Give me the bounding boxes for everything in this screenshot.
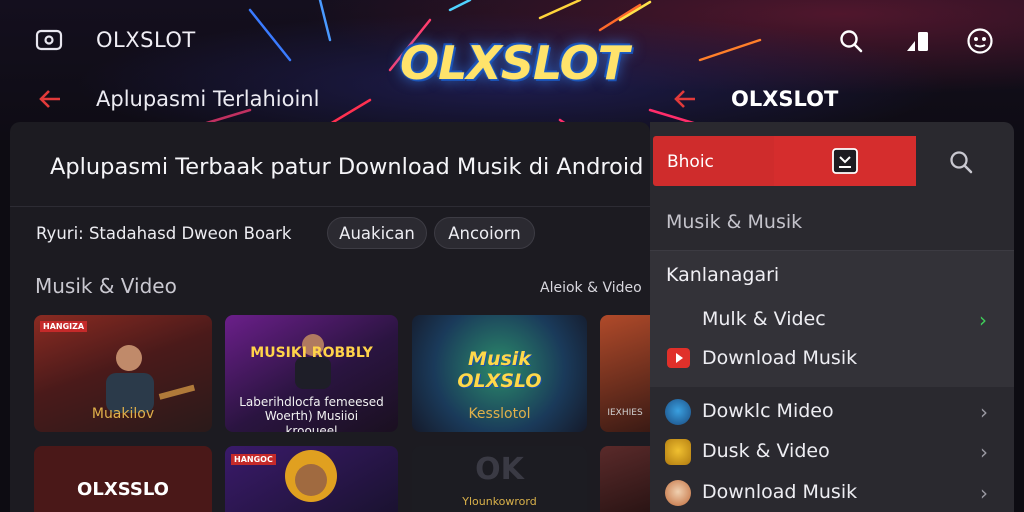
video-tile-3[interactable]: Musik OLXSLO Kesslotol	[412, 315, 587, 432]
list-item-label[interactable]: Dowklc Mideo	[702, 400, 834, 422]
cast-icon[interactable]	[35, 28, 63, 52]
video-tile-8[interactable]	[600, 446, 650, 512]
tile-banner: MUSIKI ROBBLY	[250, 345, 373, 361]
tile-banner: OLXSSLO	[77, 479, 169, 500]
video-tile-7[interactable]: OK Ylounkowrord	[412, 446, 587, 512]
tile-caption: Muakilov	[91, 406, 155, 422]
youtube-icon	[666, 347, 691, 369]
divider	[10, 206, 650, 207]
signal-icon[interactable]	[905, 29, 931, 53]
download-icon[interactable]	[831, 147, 859, 175]
search-icon[interactable]	[948, 149, 974, 175]
video-tile-6[interactable]: HANGOC	[225, 446, 398, 512]
tile-banner: Musik OLXSLO	[457, 348, 542, 392]
tile-caption: Kesslotol	[468, 406, 531, 422]
tile-caption: IEXHIES	[607, 408, 643, 418]
chip-filter-1[interactable]: Ryuri: Stadahasd Dweon Boark	[36, 217, 320, 249]
group-title[interactable]: Kanlanagari	[666, 264, 779, 286]
group-item-music-video[interactable]: Mulk & Videc	[702, 308, 826, 330]
section-title: Musik & Video	[35, 274, 177, 298]
search-icon[interactable]	[838, 28, 864, 54]
panel-heading: Aplupasmi Terbaak patur Download Musik d…	[50, 154, 644, 180]
tile-banner: OK	[475, 452, 524, 487]
list-item-label[interactable]: Dusk & Video	[702, 440, 830, 462]
video-tile-1[interactable]: HANGIZA Muakilov	[34, 315, 212, 432]
back-arrow-icon[interactable]	[38, 88, 62, 110]
group-item-download-music[interactable]: Download Musik	[702, 347, 857, 369]
right-section-header: Musik & Musik	[666, 211, 803, 233]
section-link[interactable]: Aleiok & Video	[540, 280, 642, 296]
tile-badge: HANGIZA	[40, 321, 88, 332]
app-avatar-icon	[665, 399, 691, 425]
list-item-label[interactable]: Download Musik	[702, 481, 857, 503]
chevron-right-icon[interactable]: ›	[980, 400, 988, 424]
search-input-value: Bhoic	[667, 152, 714, 172]
chip-filter-2[interactable]: Auakican	[327, 217, 427, 249]
app-avatar-icon	[665, 480, 691, 506]
right-panel-title: OLXSLOT	[731, 87, 839, 111]
page-title: Aplupasmi Terlahioinl	[96, 87, 320, 111]
video-tile-2[interactable]: MUSIKI ROBBLY Laberihdlocfa femeesed Woe…	[225, 315, 398, 432]
chevron-right-icon[interactable]: ›	[980, 481, 988, 505]
video-tile-4[interactable]: IEXHIES	[600, 315, 650, 432]
app-avatar-icon	[665, 439, 691, 465]
profile-icon[interactable]	[966, 27, 994, 55]
tile-badge: HANGOC	[231, 454, 276, 465]
tile-caption: Ylounkowrord	[462, 495, 537, 508]
brand-name: OLXSLOT	[96, 28, 196, 52]
olxslot-logo: OLXSLOT	[400, 36, 629, 90]
video-tile-5[interactable]: OLXSSLO	[34, 446, 212, 512]
chevron-right-icon[interactable]: ›	[980, 440, 988, 464]
back-arrow-icon[interactable]	[673, 88, 697, 110]
chevron-right-icon[interactable]: ›	[979, 308, 987, 332]
tile-subtext: Laberihdlocfa femeesed Woerth) Musiioi k…	[239, 395, 384, 432]
chip-filter-3[interactable]: Ancoiorn	[434, 217, 535, 249]
